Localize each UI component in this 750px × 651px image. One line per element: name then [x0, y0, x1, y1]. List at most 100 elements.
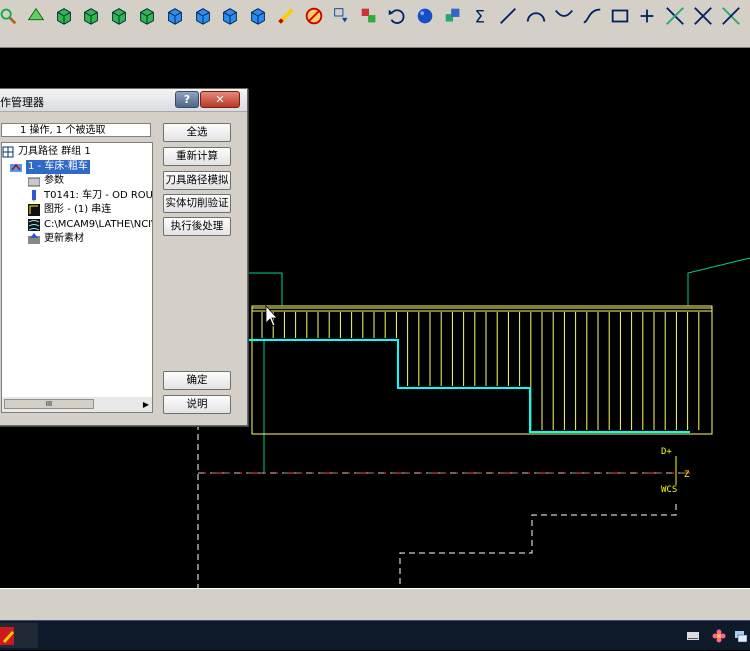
- part-profile: [247, 339, 690, 433]
- toolbar-strip: [0, 33, 750, 48]
- view-side-button[interactable]: [107, 4, 132, 28]
- close-button[interactable]: ✕: [200, 91, 240, 108]
- keyboard-icon[interactable]: [686, 629, 700, 643]
- select-all-button[interactable]: 全选: [163, 123, 231, 142]
- trim-icon: [666, 7, 685, 25]
- undo-button[interactable]: [385, 4, 410, 28]
- tool-icon: [32, 189, 36, 202]
- delete-button[interactable]: [718, 4, 743, 28]
- nci-file-icon: [28, 218, 40, 231]
- trim-button[interactable]: [663, 4, 688, 28]
- tree-item[interactable]: 参数: [28, 174, 152, 188]
- dialog-titlebar[interactable]: 作管理器 ? ✕: [0, 89, 247, 112]
- tree-item-label: 图形 - (1) 串连: [44, 204, 112, 215]
- post-button[interactable]: 执行後处理: [163, 217, 231, 236]
- view-side-icon: [112, 8, 127, 25]
- mastercam-icon: [0, 627, 14, 645]
- tree-item[interactable]: 刀具路径 群组 1: [2, 145, 152, 159]
- verify-button[interactable]: 实体切削验证: [163, 194, 231, 213]
- tree-item[interactable]: 图形 - (1) 串连: [28, 203, 152, 217]
- toolpath-group-icon: [2, 146, 14, 158]
- view-iso-button[interactable]: [135, 4, 159, 28]
- scroll-right-icon[interactable]: ▶: [143, 400, 149, 409]
- pencil-icon: [278, 8, 294, 24]
- zoom-window-button[interactable]: [0, 4, 20, 28]
- status-bar: [0, 588, 750, 621]
- ok-button[interactable]: 确定: [163, 371, 231, 390]
- tree-item-label: 更新素材: [44, 233, 84, 244]
- screen-color-button[interactable]: [357, 4, 382, 28]
- operations-manager-dialog: 作管理器 ? ✕ 1 操作, 1 个被选取 刀具路径 群组 1 1 - 车床-粗车…: [0, 88, 248, 426]
- tree-item[interactable]: 1 - 车床-粗车: [10, 159, 152, 174]
- scrollbar-thumb[interactable]: III: [4, 399, 94, 409]
- no-entry-icon: [305, 7, 323, 25]
- help-title-button[interactable]: ?: [175, 91, 199, 108]
- fillet-icon: [555, 9, 573, 17]
- view-top-button[interactable]: [51, 4, 76, 28]
- rectangle-button[interactable]: [607, 4, 632, 28]
- break-icon: [694, 7, 712, 25]
- regenerate-button[interactable]: 重新计算: [163, 147, 231, 166]
- guide-lines: [247, 257, 750, 474]
- view-top-icon: [56, 8, 71, 25]
- line-button[interactable]: [496, 4, 521, 28]
- spline-button[interactable]: [579, 4, 604, 28]
- view-front-button[interactable]: [79, 4, 104, 28]
- pencil-button[interactable]: [274, 4, 298, 28]
- screen-clear-button[interactable]: [329, 4, 354, 28]
- main-toolbar: Σ: [0, 0, 750, 34]
- network-icon[interactable]: [734, 629, 748, 643]
- shade-sphere-button[interactable]: [413, 4, 437, 28]
- tree-item-label: 参数: [44, 175, 64, 186]
- fillet-button[interactable]: [552, 4, 576, 28]
- rough-toolpath: [251, 305, 713, 435]
- tree-item-label: 刀具路径 群组 1: [18, 146, 91, 157]
- tree-item-label: C:\MCAM9\LATHE\NCI\AI: [44, 218, 153, 230]
- arc-icon: [527, 12, 546, 22]
- sigma-button[interactable]: Σ: [468, 4, 493, 28]
- dialog-title: 作管理器: [0, 96, 44, 109]
- stock-update-icon: [28, 233, 40, 244]
- tree-item[interactable]: 更新素材: [28, 232, 152, 246]
- break-button[interactable]: [691, 4, 715, 28]
- cplane-side-button[interactable]: [218, 4, 243, 28]
- flower-icon[interactable]: [712, 629, 726, 643]
- cplane-3d-icon: [251, 8, 266, 25]
- stock-outline: [197, 424, 677, 588]
- arc-button[interactable]: [524, 4, 549, 28]
- level-icon: [445, 8, 460, 22]
- point-button[interactable]: [635, 4, 660, 28]
- operations-tree[interactable]: 刀具路径 群组 1 1 - 车床-粗车 参数 T0141: 车刀 - OD ROUG 图…: [1, 142, 153, 399]
- cplane-front-button[interactable]: [190, 4, 215, 28]
- screen-clear-icon: [333, 8, 348, 23]
- no-entry-button[interactable]: [301, 4, 326, 28]
- cplane-3d-button[interactable]: [246, 4, 271, 28]
- shade-sphere-icon: [417, 8, 433, 24]
- undo-icon: [388, 9, 405, 24]
- svg-text:Σ: Σ: [474, 7, 484, 26]
- spline-icon: [583, 8, 601, 24]
- selection-status: 1 操作, 1 个被选取: [1, 123, 151, 137]
- view-iso-icon: [140, 8, 154, 25]
- taskbar: [0, 620, 750, 650]
- fit-screen-icon: [27, 7, 44, 21]
- cplane-front-icon: [195, 8, 210, 25]
- wcs-label: WCS: [661, 485, 677, 495]
- app-taskbar-button[interactable]: [0, 623, 38, 648]
- mouse-cursor: [265, 304, 278, 327]
- level-button[interactable]: [440, 4, 465, 28]
- cplane-top-icon: [167, 8, 182, 25]
- tree-item[interactable]: T0141: 车刀 - OD ROUG: [28, 189, 152, 203]
- point-icon: [640, 9, 654, 23]
- tree-item[interactable]: C:\MCAM9\LATHE\NCI\AI: [28, 218, 152, 232]
- horizontal-scrollbar[interactable]: III ▶: [1, 397, 153, 413]
- backplot-button[interactable]: 刀具路径模拟: [163, 171, 231, 190]
- z-axis-label: Z: [684, 470, 690, 480]
- geometry-icon: [28, 204, 40, 216]
- cplane-side-icon: [223, 8, 238, 25]
- delete-icon: [721, 7, 740, 25]
- help-button[interactable]: 说明: [163, 395, 231, 414]
- rectangle-icon: [611, 9, 628, 23]
- cplane-top-button[interactable]: [162, 4, 187, 28]
- fit-screen-button[interactable]: [23, 4, 48, 28]
